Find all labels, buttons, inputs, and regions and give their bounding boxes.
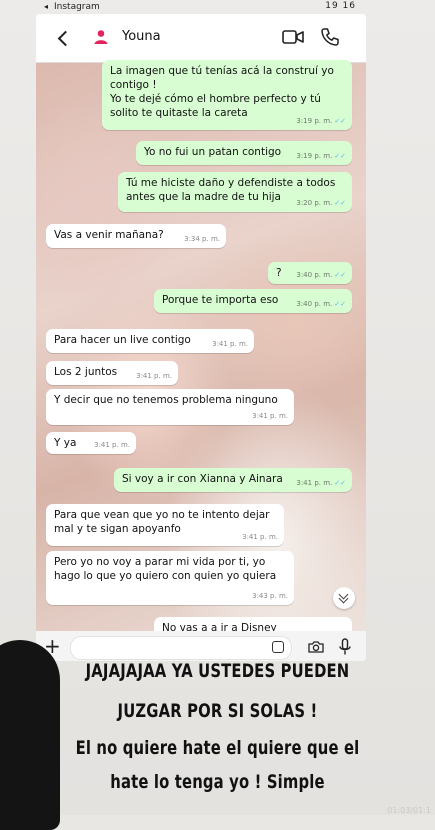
read-receipt-icon: ✓✓ (334, 271, 346, 279)
back-to-app-icon[interactable]: ◂ (44, 2, 48, 11)
message-time: 3:41 p. m. (212, 337, 248, 351)
outgoing-message[interactable]: Porque te importa eso 3:40 p. m. ✓✓ (154, 289, 352, 313)
message-timestamp: 3:41 p. m. (136, 372, 172, 380)
read-receipt-icon: ✓✓ (334, 479, 346, 487)
sticker-icon[interactable] (272, 641, 284, 653)
message-time: 3:34 p. m. (184, 232, 220, 246)
message-timestamp: 3:19 p. m. (296, 152, 333, 160)
source-app-label[interactable]: Instagram (54, 2, 100, 12)
status-bar: ◂ Instagram 19 16 (36, 0, 366, 14)
message-text: La imagen que tú tenías acá la construí … (110, 65, 334, 119)
message-text: Pero yo no voy a parar mi vida por ti, y… (54, 556, 277, 582)
message-timestamp: 3:41 p. m. (212, 340, 248, 348)
outgoing-message[interactable]: Si voy a ir con Xianna y Ainara 3:41 p. m… (114, 468, 352, 492)
message-timestamp: 3:43 p. m. (252, 592, 288, 600)
caption-line: El no quiere hate el quiere que el (75, 737, 360, 759)
video-timestamp: 01:03/01:1 (387, 806, 431, 815)
incoming-message[interactable]: Y decir que no tenemos problema ninguno 3… (46, 389, 294, 425)
message-timestamp: 3:34 p. m. (184, 235, 220, 243)
message-timestamp: 3:41 p. m. (252, 412, 288, 420)
message-timestamp: 3:41 p. m. (94, 441, 130, 449)
message-timestamp: 3:41 p. m. (296, 479, 333, 487)
status-time: 19 16 (325, 1, 356, 11)
caption-line: JUZGAR POR SI SOLAS ! (117, 700, 318, 722)
incoming-message[interactable]: Vas a venir mañana? 3:34 p. m. (46, 224, 226, 248)
message-time: 3:41 p. m. (242, 530, 278, 544)
read-receipt-icon: ✓✓ (334, 300, 346, 308)
message-time: 3:20 p. m. ✓✓ (296, 196, 346, 210)
caption-line: hate lo tenga yo ! Simple (110, 771, 325, 793)
message-time: 3:41 p. m. ✓✓ (296, 476, 346, 490)
message-time: 3:41 p. m. (252, 409, 288, 423)
incoming-message[interactable]: Para que vean que yo no te intento dejar… (46, 504, 284, 546)
message-time: 3:43 p. m. (252, 589, 288, 603)
message-time: 3:41 p. m. (136, 369, 172, 383)
message-composer: + (36, 631, 366, 661)
message-input[interactable] (70, 636, 292, 660)
phone-icon[interactable] (320, 27, 340, 47)
mic-icon[interactable] (339, 638, 351, 656)
message-time: 3:19 p. m. ✓✓ (296, 149, 346, 163)
message-time: 3:41 p. m. (94, 438, 130, 452)
video-frame: ◂ Instagram 19 16 Youna La imagen que tú… (0, 0, 435, 830)
video-call-icon[interactable] (282, 29, 304, 45)
contact-name[interactable]: Youna (122, 29, 161, 44)
outgoing-message[interactable]: La imagen que tú tenías acá la construí … (102, 60, 352, 130)
message-text: Y decir que no tenemos problema ninguno (54, 394, 278, 406)
incoming-message[interactable]: Pero yo no voy a parar mi vida por ti, y… (46, 551, 294, 605)
chat-screen: Youna La imagen que tú tenías acá la con… (36, 14, 366, 661)
message-timestamp: 3:20 p. m. (296, 199, 333, 207)
message-time: 3:40 p. m. ✓✓ (296, 268, 346, 282)
contact-avatar-icon[interactable] (92, 28, 110, 46)
incoming-message[interactable]: Los 2 juntos 3:41 p. m. (46, 361, 178, 385)
read-receipt-icon: ✓✓ (334, 199, 346, 207)
incoming-message[interactable]: Y ya 3:41 p. m. (46, 432, 136, 454)
back-arrow-icon[interactable] (52, 26, 76, 50)
outgoing-message[interactable]: ? 3:40 p. m. ✓✓ (268, 262, 352, 284)
incoming-message[interactable]: Para hacer un live contigo 3:41 p. m. (46, 329, 254, 353)
message-timestamp: 3:19 p. m. (296, 117, 333, 125)
outgoing-message[interactable]: Tú me hiciste daño y defendiste a todos … (118, 172, 352, 212)
read-receipt-icon: ✓✓ (334, 152, 346, 160)
outgoing-message[interactable]: Yo no fui un patan contigo 3:19 p. m. ✓✓ (136, 141, 352, 165)
read-receipt-icon: ✓✓ (334, 117, 346, 125)
camera-icon[interactable] (308, 641, 324, 653)
caption-line: JAJAJAJAA YA USTEDES PUEDEN (85, 660, 350, 682)
chat-header: Youna (36, 14, 366, 63)
double-chevron-down-icon[interactable] (333, 587, 355, 609)
message-timestamp: 3:40 p. m. (296, 300, 333, 308)
message-timestamp: 3:40 p. m. (296, 271, 333, 279)
message-timestamp: 3:41 p. m. (242, 533, 278, 541)
message-time: 3:40 p. m. ✓✓ (296, 297, 346, 311)
message-time: 3:19 p. m. ✓✓ (296, 114, 346, 128)
